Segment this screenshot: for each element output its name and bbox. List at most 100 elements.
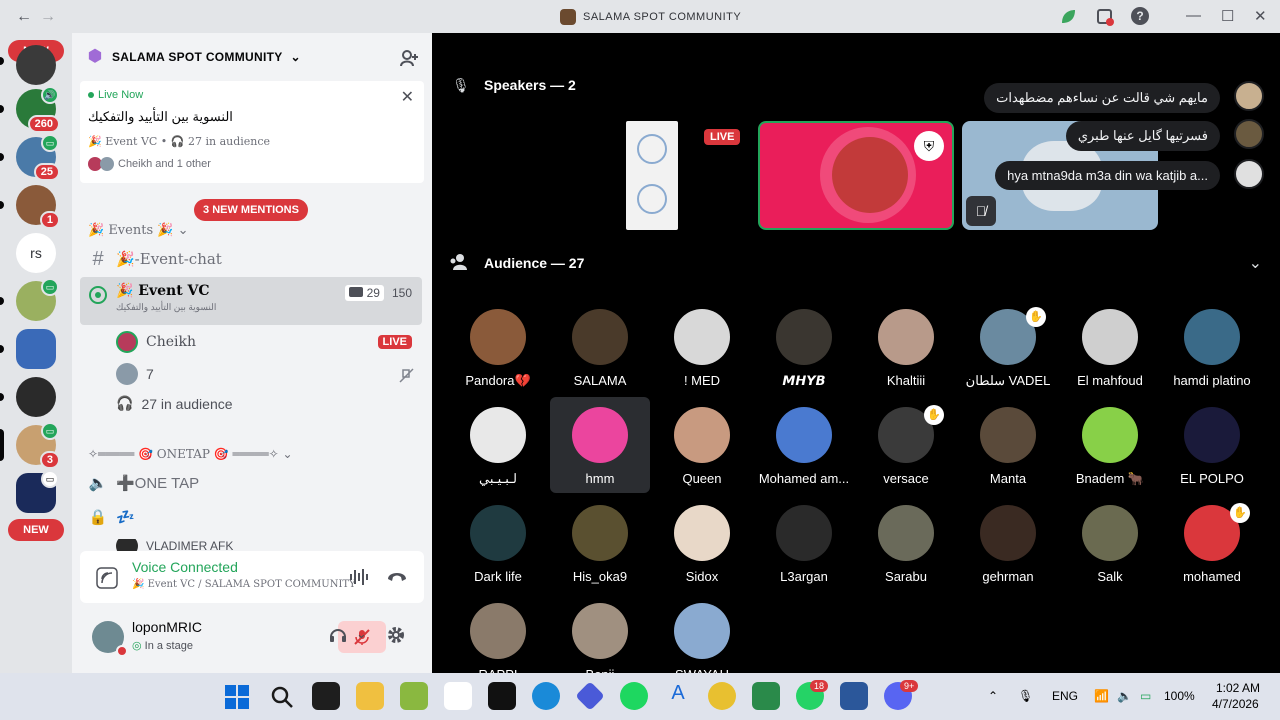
audience-member[interactable]: hmm	[550, 397, 650, 493]
channel-one-tap[interactable]: 🔈 ➕ONE TAP	[80, 467, 422, 499]
username[interactable]: loponMRIC	[132, 619, 202, 635]
audience-member[interactable]: 𝙈𝙃𝙔𝘽	[754, 299, 854, 395]
category-onetap[interactable]: ✧═════ 🎯 ONETAP 🎯 ═════✧ ⌄	[88, 447, 293, 461]
windows-start-icon[interactable]	[225, 685, 249, 709]
headphones-icon[interactable]	[328, 625, 348, 645]
chevron-down-icon[interactable]: ⌄	[356, 626, 367, 642]
audience-member[interactable]: SWAYAH	[652, 593, 752, 673]
audience-member[interactable]: His_oka9	[550, 495, 650, 591]
maximize-button[interactable]: ☐	[1221, 7, 1234, 25]
audience-member[interactable]: لـبـيـبي	[448, 397, 548, 493]
inbox-icon[interactable]	[1096, 8, 1114, 26]
channel-label: 💤	[116, 509, 135, 526]
minimize-button[interactable]: —	[1186, 7, 1201, 24]
edge-icon[interactable]	[532, 682, 560, 710]
file-explorer-icon[interactable]	[356, 682, 384, 710]
invite-user-icon[interactable]	[400, 49, 418, 67]
audience-member[interactable]: سلطان VADEL ✋	[958, 299, 1058, 395]
clock-date[interactable]: 4/7/2026	[1212, 697, 1259, 711]
server-header[interactable]: ⬢ SALAMA SPOT COMMUNITY ⌄	[72, 33, 432, 81]
audience-member[interactable]: Sarabu	[856, 495, 956, 591]
new-mentions-button[interactable]: 3 NEW MENTIONS	[194, 199, 308, 221]
forward-button[interactable]: →	[40, 8, 56, 26]
unread-pill	[0, 105, 4, 113]
font-app-icon[interactable]: A	[664, 682, 692, 710]
audience-member[interactable]: hamdi platino	[1162, 299, 1262, 395]
audience-member[interactable]: Salk	[1060, 495, 1160, 591]
audience-member[interactable]: ! MED	[652, 299, 752, 395]
bluestacks-icon[interactable]	[400, 682, 428, 710]
close-button[interactable]: ✕	[1254, 7, 1267, 25]
settings-gear-icon[interactable]	[386, 625, 406, 645]
new-badge-bottom[interactable]: NEW	[8, 519, 64, 541]
audience-member[interactable]: EL POLPO	[1162, 397, 1262, 493]
microphone-icon[interactable]: 🎙	[1018, 689, 1033, 703]
server-icon[interactable]: ▭ 3	[16, 422, 60, 469]
audience-member[interactable]: RAPPI	[448, 593, 548, 673]
channel-event-vc[interactable]: 🎉 Event VC النسوية بين التأييد والتفكيك …	[80, 277, 422, 325]
audience-member[interactable]: Queen	[652, 397, 752, 493]
volume-icon[interactable]: 🔈	[1117, 689, 1132, 703]
chrome-icon[interactable]	[708, 682, 736, 710]
help-icon[interactable]: ?	[1131, 7, 1149, 25]
word-icon[interactable]	[840, 682, 868, 710]
channel-locked[interactable]: 🔒 💤	[80, 501, 422, 533]
category-events[interactable]: 🎉 Events 🎉 ⌄	[88, 223, 188, 238]
chevron-up-icon[interactable]: ⌃	[988, 689, 998, 703]
search-icon[interactable]	[270, 685, 294, 709]
clock-time[interactable]: 1:02 AM	[1216, 681, 1260, 695]
avatar[interactable]	[1234, 159, 1264, 189]
audience-member[interactable]: Dark life	[448, 495, 548, 591]
audience-member[interactable]: L3argan	[754, 495, 854, 591]
voice-channel-link[interactable]: 🎉 Event VC / SALAMA SPOT COMMUNITY	[132, 579, 356, 590]
disconnect-icon[interactable]	[386, 569, 408, 583]
voice-member[interactable]: Cheikh	[116, 331, 196, 353]
live-stage-card[interactable]: Live Now النسوية بين التأييد والتفكيك 🎉 …	[80, 81, 424, 183]
back-button[interactable]: ←	[16, 8, 32, 26]
audience-member[interactable]: Benji	[550, 593, 650, 673]
microsoft-store-icon[interactable]	[444, 682, 472, 710]
avatar[interactable]	[1234, 81, 1264, 111]
media-player-icon[interactable]	[575, 681, 605, 711]
channel-event-chat[interactable]: # 🎉-Event-chat	[80, 243, 422, 275]
server-icon[interactable]: 1	[16, 185, 60, 229]
server-icon[interactable]: ▭	[16, 278, 59, 321]
chevron-down-icon[interactable]: ⌄	[1249, 253, 1262, 273]
screen-share-tile[interactable]	[626, 121, 678, 230]
audience-member[interactable]: Mohamed am...	[754, 397, 854, 493]
camera-icon	[349, 287, 364, 297]
leaf-icon[interactable]	[1059, 8, 1077, 26]
spotify-icon[interactable]	[620, 682, 648, 710]
audience-member[interactable]: versace ✋	[856, 397, 956, 493]
noise-suppression-icon[interactable]	[348, 567, 370, 587]
server-icon[interactable]	[16, 45, 56, 85]
signal-icon	[96, 567, 118, 589]
audience-member[interactable]: Bnadem 🐂	[1060, 397, 1160, 493]
server-icon[interactable]: rs	[16, 233, 56, 273]
wifi-icon[interactable]: 📶	[1094, 689, 1109, 703]
server-icon[interactable]: ▭ 25	[16, 134, 60, 181]
server-icon[interactable]	[16, 377, 56, 417]
audience-member[interactable]: Sidox	[652, 495, 752, 591]
audience-member[interactable]: Khaltiii	[856, 299, 956, 395]
audience-member[interactable]: El mahfoud	[1060, 299, 1160, 395]
voice-member[interactable]: 7	[116, 363, 154, 385]
server-icon[interactable]	[16, 329, 56, 369]
server-icon[interactable]: ▭	[16, 470, 59, 513]
speaker-tile-cheikh[interactable]: ⛨	[758, 121, 954, 230]
audience-row[interactable]: 🎧 27 in audience	[116, 395, 233, 412]
avatar[interactable]	[1234, 119, 1264, 149]
audience-member[interactable]: Pandora💔	[448, 299, 548, 395]
server-icon[interactable]: 🔊 260	[16, 86, 60, 133]
audience-member[interactable]: Manta	[958, 397, 1058, 493]
intellij-icon[interactable]	[312, 682, 340, 710]
android-studio-icon[interactable]	[752, 682, 780, 710]
language-indicator[interactable]: ENG	[1052, 689, 1078, 703]
avatar	[1184, 407, 1240, 463]
capcut-icon[interactable]	[488, 682, 516, 710]
audience-member[interactable]: mohamed ✋	[1162, 495, 1262, 591]
close-icon[interactable]: ✕	[401, 87, 414, 107]
battery-icon[interactable]: ▭	[1140, 689, 1151, 703]
audience-member[interactable]: gehrman	[958, 495, 1058, 591]
audience-member[interactable]: SALAMA	[550, 299, 650, 395]
